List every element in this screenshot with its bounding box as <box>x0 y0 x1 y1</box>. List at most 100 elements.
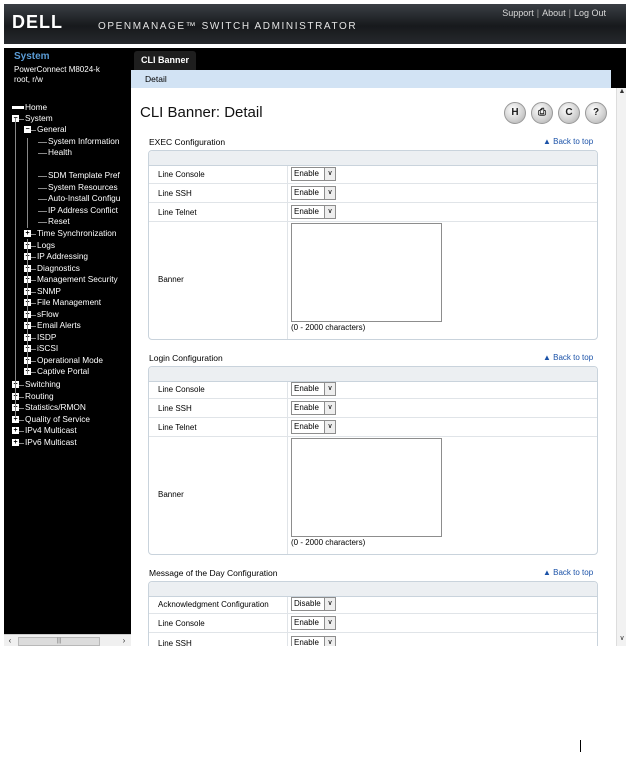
support-link[interactable]: Support <box>502 8 534 18</box>
tree-item[interactable]: +ISDP <box>4 332 131 344</box>
scroll-up-arrow-icon[interactable]: ▲ <box>617 88 626 98</box>
print-icon[interactable]: ⎙ <box>531 102 553 124</box>
tree-item[interactable]: +sFlow <box>4 309 131 321</box>
chevron-down-icon[interactable]: ∨ <box>324 617 335 629</box>
content-vertical-scrollbar[interactable]: ▲ ∨ <box>616 88 626 646</box>
tree-connector <box>31 291 36 293</box>
banner-textarea[interactable] <box>291 223 442 322</box>
product-name: OPENMANAGE™ SWITCH ADMINISTRATOR <box>98 21 358 32</box>
help-icon[interactable]: ? <box>585 102 607 124</box>
expand-icon[interactable]: + <box>12 427 19 434</box>
save-icon[interactable]: H <box>504 102 526 124</box>
mode-select-value: Enable <box>294 207 319 216</box>
tree-connector <box>31 372 36 373</box>
tree-item[interactable]: System Information <box>4 136 131 148</box>
page-title: CLI Banner: Detail <box>140 104 263 121</box>
sub-tab-bar: Detail <box>131 70 611 88</box>
config-row-label: Line SSH <box>158 189 192 198</box>
system-title[interactable]: System <box>14 51 50 62</box>
tree-item[interactable]: − General <box>4 124 131 136</box>
collapse-icon[interactable]: − <box>24 126 31 133</box>
tree-item[interactable]: Health <box>4 147 131 159</box>
dell-logo[interactable]: DELL <box>12 12 63 33</box>
expand-icon[interactable]: + <box>24 230 31 237</box>
tree-item[interactable]: + IPv4 Multicast <box>4 425 131 437</box>
mode-select[interactable]: Enable ∨ <box>291 616 336 630</box>
mode-select[interactable]: Enable ∨ <box>291 167 336 181</box>
tab-cli-banner[interactable]: CLI Banner <box>134 51 197 70</box>
tree-item-label: Reset <box>48 216 70 226</box>
tree-item[interactable]: +Diagnostics <box>4 263 131 275</box>
back-to-top-label: Back to top <box>553 568 594 577</box>
tree-item[interactable]: + IPv6 Multicast <box>4 437 131 449</box>
tree-item-label: Auto-Install Configu <box>48 193 121 203</box>
mode-select[interactable]: Enable ∨ <box>291 420 336 434</box>
tree-item-label: Time Synchronization <box>37 228 117 238</box>
chevron-down-icon[interactable]: ∨ <box>324 637 335 646</box>
chevron-down-icon[interactable]: ∨ <box>324 206 335 218</box>
tree-item[interactable]: IP Address Conflict <box>4 205 131 217</box>
tree-connector <box>38 187 47 189</box>
scroll-right-arrow-icon[interactable]: › <box>119 636 129 645</box>
tree-item[interactable]: +Statistics/RMON <box>4 402 131 414</box>
mode-select-value: Disable <box>294 599 321 608</box>
back-to-top-link[interactable]: ▲ Back to top <box>543 137 593 146</box>
scroll-down-arrow-icon[interactable]: ∨ <box>617 634 626 644</box>
tree-item[interactable]: + Time Synchronization <box>4 228 131 240</box>
back-to-top-label: Back to top <box>553 353 594 362</box>
tree-item[interactable]: +SNMP <box>4 286 131 298</box>
refresh-icon[interactable]: C <box>558 102 580 124</box>
tree-item[interactable]: −System <box>4 113 131 125</box>
tree-item[interactable]: +Email Alerts <box>4 320 131 332</box>
tree-item[interactable]: +Operational Mode <box>4 355 131 367</box>
chevron-down-icon[interactable]: ∨ <box>324 598 335 610</box>
tree-item-label: Logs <box>37 239 55 250</box>
chevron-down-icon[interactable]: ∨ <box>324 421 335 433</box>
mode-select[interactable]: Enable ∨ <box>291 205 336 219</box>
tree-item[interactable]: +Logs <box>4 240 131 252</box>
tree-item[interactable]: +Management Security <box>4 274 131 286</box>
tree-guide-line <box>27 239 28 374</box>
chevron-down-icon[interactable]: ∨ <box>324 383 335 395</box>
expand-icon[interactable]: + <box>12 438 19 446</box>
mode-select[interactable]: Disable ∨ <box>291 597 336 611</box>
mode-select[interactable]: Enable ∨ <box>291 382 336 396</box>
tree-item-label: Switching <box>25 379 61 389</box>
tree-item[interactable]: +IP Addressing <box>4 251 131 263</box>
tree-item-label: Email Alerts <box>37 320 81 330</box>
tree-item[interactable]: +Switching <box>4 379 131 391</box>
mode-select[interactable]: Enable ∨ <box>291 186 336 200</box>
tree-item[interactable]: Auto-Install Configu <box>4 193 131 205</box>
mode-select-value: Enable <box>294 638 319 646</box>
tree-connector <box>31 349 36 350</box>
back-to-top-link[interactable]: ▲ Back to top <box>543 568 593 577</box>
banner-label: Banner <box>158 275 184 284</box>
tree-item[interactable]: +Captive Portal <box>4 366 131 378</box>
config-row-label: Acknowledgment Configuration <box>158 600 269 609</box>
mode-select[interactable]: Enable ∨ <box>291 636 336 646</box>
back-to-top-link[interactable]: ▲ Back to top <box>543 353 593 362</box>
tree-connector <box>19 408 24 409</box>
tree-connector <box>19 419 24 421</box>
tree-item[interactable]: +File Management <box>4 297 131 309</box>
tree-item[interactable]: + Quality of Service <box>4 414 131 426</box>
chevron-down-icon[interactable]: ∨ <box>324 402 335 414</box>
logout-link[interactable]: Log Out <box>574 8 606 18</box>
chevron-down-icon[interactable]: ∨ <box>324 168 335 180</box>
tree-item[interactable]: System Resources <box>4 182 131 194</box>
tree-connector <box>31 234 36 235</box>
config-row-label: Line SSH <box>158 404 192 413</box>
scroll-left-arrow-icon[interactable]: ‹ <box>5 636 15 645</box>
about-link[interactable]: About <box>542 8 566 18</box>
tree-item[interactable]: +iSCSI <box>4 343 131 355</box>
tree-item[interactable]: +Routing <box>4 391 131 403</box>
scroll-thumb[interactable]: ||| <box>18 637 100 646</box>
tree-horizontal-scrollbar[interactable]: ‹ ||| › <box>4 634 131 646</box>
chevron-down-icon[interactable]: ∨ <box>324 187 335 199</box>
mode-select[interactable]: Enable ∨ <box>291 401 336 415</box>
content-pane: CLI Banner: Detail H ⎙ C ? EXEC Configur… <box>131 88 616 646</box>
tree-item[interactable]: Reset <box>4 216 131 228</box>
banner-textarea[interactable] <box>291 438 442 537</box>
tree-item[interactable]: SDM Template Pref <box>4 170 131 182</box>
tab-detail[interactable]: Detail <box>145 74 167 84</box>
